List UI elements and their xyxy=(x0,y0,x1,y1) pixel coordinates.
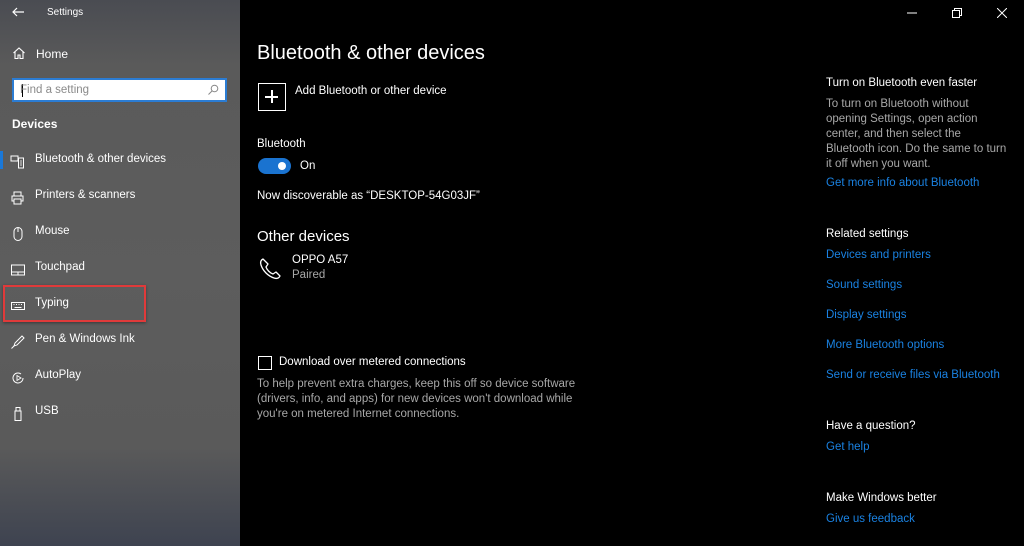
device-status: Paired xyxy=(292,269,326,281)
question-heading: Have a question? xyxy=(826,420,916,432)
back-button[interactable] xyxy=(10,5,26,21)
sidebar-item-usb[interactable]: USB xyxy=(0,397,240,433)
sidebar-item-label: AutoPlay xyxy=(35,369,82,381)
tip-body: To turn on Bluetooth without opening Set… xyxy=(826,98,1007,170)
other-devices-heading: Other devices xyxy=(257,228,350,245)
add-device-button[interactable] xyxy=(258,83,286,111)
window-controls xyxy=(889,0,1024,26)
device-name: OPPO A57 xyxy=(292,254,349,266)
sidebar-item-label: Mouse xyxy=(35,225,70,237)
search-icon[interactable] xyxy=(207,84,219,96)
touchpad-icon xyxy=(11,264,25,276)
sidebar-item-label: Touchpad xyxy=(35,261,85,273)
phone-icon xyxy=(259,258,281,280)
pen-icon xyxy=(11,335,25,349)
bluetooth-label: Bluetooth xyxy=(257,138,306,150)
close-button[interactable] xyxy=(979,0,1024,26)
typing-highlight-annotation xyxy=(3,285,146,322)
home-label: Home xyxy=(36,47,69,61)
sidebar-item-label: USB xyxy=(35,405,59,417)
feedback-heading: Make Windows better xyxy=(826,492,937,504)
search-box[interactable] xyxy=(12,78,227,102)
bluetooth-toggle[interactable] xyxy=(258,158,291,174)
active-indicator xyxy=(0,151,3,169)
related-link-display-settings[interactable]: Display settings xyxy=(826,309,907,321)
sidebar: Settings Home Devices Bluetooth & other … xyxy=(0,0,240,546)
related-link-sound-settings[interactable]: Sound settings xyxy=(826,279,902,291)
bluetooth-toggle-state: On xyxy=(300,160,316,172)
discoverable-text: Now discoverable as “DESKTOP-54G03JF” xyxy=(257,190,480,202)
sidebar-item-bluetooth[interactable]: Bluetooth & other devices xyxy=(0,145,240,181)
sidebar-item-printers[interactable]: Printers & scanners xyxy=(0,181,240,217)
mouse-icon xyxy=(13,227,23,241)
minimize-icon xyxy=(906,12,917,14)
related-settings-heading: Related settings xyxy=(826,228,909,240)
section-heading-devices: Devices xyxy=(12,117,58,131)
sidebar-item-label: Bluetooth & other devices xyxy=(35,153,167,165)
toggle-knob xyxy=(278,162,286,170)
minimize-button[interactable] xyxy=(889,0,934,26)
tip-heading: Turn on Bluetooth even faster xyxy=(826,77,978,89)
give-feedback-link[interactable]: Give us feedback xyxy=(826,513,915,525)
related-link-send-receive-files[interactable]: Send or receive files via Bluetooth xyxy=(826,369,1000,381)
sidebar-item-mouse[interactable]: Mouse xyxy=(0,217,240,253)
printer-icon xyxy=(11,191,24,205)
restore-button[interactable] xyxy=(934,0,979,26)
title-bar: Settings xyxy=(0,0,240,26)
autoplay-icon xyxy=(12,372,24,384)
home-icon xyxy=(13,47,25,60)
close-icon xyxy=(996,8,1007,18)
search-input[interactable] xyxy=(20,82,200,98)
page-title: Bluetooth & other devices xyxy=(257,42,485,64)
sidebar-item-touchpad[interactable]: Touchpad xyxy=(0,253,240,289)
usb-icon xyxy=(14,407,22,421)
sidebar-item-pen[interactable]: Pen & Windows Ink xyxy=(0,325,240,361)
related-link-more-bluetooth[interactable]: More Bluetooth options xyxy=(826,339,944,351)
sidebar-home[interactable]: Home xyxy=(0,42,240,66)
back-arrow-icon xyxy=(12,7,24,17)
add-device-label[interactable]: Add Bluetooth or other device xyxy=(295,85,447,97)
metered-checkbox[interactable] xyxy=(258,356,272,370)
related-link-devices-printers[interactable]: Devices and printers xyxy=(826,249,931,261)
get-help-link[interactable]: Get help xyxy=(826,441,869,453)
sidebar-item-label: Printers & scanners xyxy=(35,189,136,201)
app-title: Settings xyxy=(47,7,84,18)
sidebar-item-label: Pen & Windows Ink xyxy=(35,333,135,345)
sidebar-item-autoplay[interactable]: AutoPlay xyxy=(0,361,240,397)
bluetooth-devices-icon xyxy=(10,155,24,169)
metered-description: To help prevent extra charges, keep this… xyxy=(257,378,576,420)
restore-icon xyxy=(951,8,962,18)
bluetooth-info-link[interactable]: Get more info about Bluetooth xyxy=(826,177,979,189)
metered-checkbox-label[interactable]: Download over metered connections xyxy=(279,356,466,368)
